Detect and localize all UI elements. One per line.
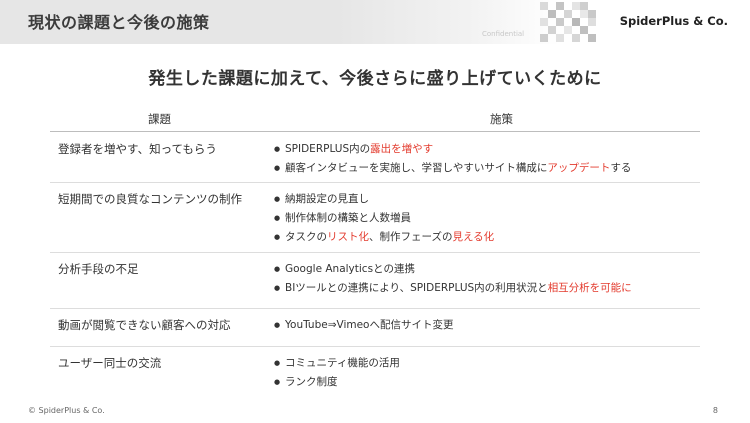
measure-item: コミュニティ機能の活用 [274,354,400,373]
brand-logo: SpiderPlus & Co. [619,14,728,28]
slide-headline: 発生した課題に加えて、今後さらに盛り上げていくために [148,69,602,89]
measure-text: タスクの [285,231,327,243]
slide-header: 現状の課題と今後の施策 Confidential SpiderPlus & Co… [0,0,750,44]
measure-text: 納期設定の見直し [285,193,369,205]
measure-item: 制作体制の構築と人数増員 [274,209,494,228]
measure-list: コミュニティ機能の活用ランク制度 [274,354,400,392]
issue-cell: 短期間での良質なコンテンツの制作 [58,192,242,206]
mosaic-square [572,18,580,26]
measure-item: ランク制度 [274,373,400,392]
mosaic-square [540,34,548,42]
mosaic-square [548,10,556,18]
mosaic-square [556,34,564,42]
measure-text: Google Analyticsとの連携 [285,263,415,275]
issue-cell: 分析手段の不足 [58,262,139,276]
mosaic-square [564,26,572,34]
measure-highlight: 露出を増やす [370,143,434,155]
table-row: ユーザー同士の交流 コミュニティ機能の活用ランク制度 [50,346,700,398]
measure-list: SPIDERPLUS内の露出を増やす顧客インタビューを実施し、学習しやすいサイト… [274,140,631,178]
measure-list: 納期設定の見直し制作体制の構築と人数増員タスクのリスト化、制作フェーズの見える化 [274,190,494,247]
measure-text: する [610,162,632,174]
measure-text: YouTube⇒Vimeoへ配信サイト変更 [285,319,454,331]
measure-item: BIツールとの連携により、SPIDERPLUS内の利用状況と相互分析を可能に [274,279,632,298]
mosaic-square [540,2,548,10]
measure-text: 制作体制の構築と人数増員 [285,212,411,224]
mosaic-square [548,26,556,34]
measure-text: SPIDERPLUS内の [285,143,371,155]
mosaic-square [580,10,588,18]
measure-list: Google Analyticsとの連携 BIツールとの連携により、SPIDERP… [274,260,632,298]
measure-text: BIツールとの連携により、SPIDERPLUS内の利用状況と [285,282,548,294]
mosaic-square [580,2,588,10]
footer-copyright: © SpiderPlus & Co. [28,406,105,415]
slide-title: 現状の課題と今後の施策 [28,13,210,32]
measure-item: SPIDERPLUS内の露出を増やす [274,140,631,159]
table-row: 分析手段の不足 Google Analyticsとの連携 BIツールとの連携により、… [50,252,700,309]
measure-text: ランク制度 [285,376,338,388]
mosaic-square [556,18,564,26]
mosaic-square [588,34,596,42]
mosaic-square [572,2,580,10]
issue-cell: ユーザー同士の交流 [58,356,162,370]
measure-text: コミュニティ機能の活用 [285,357,400,369]
column-header-issue: 課題 [148,112,171,126]
measure-highlight: アップデート [547,162,611,174]
measure-highlight: 見える化 [452,231,495,243]
issue-cell: 動画が閲覧できない顧客への対応 [58,318,231,332]
mosaic-square [540,18,548,26]
table-row: 動画が閲覧できない顧客への対応 YouTube⇒Vimeoへ配信サイト変更 [50,308,700,347]
issue-cell: 登録者を増やす、知ってもらう [58,142,217,156]
table-row: 短期間での良質なコンテンツの制作納期設定の見直し制作体制の構築と人数増員タスクの… [50,182,700,253]
mosaic-square [572,34,580,42]
measure-highlight: 相互分析を可能に [547,282,632,294]
measure-text: 、制作フェーズの [369,231,453,243]
measure-text: 顧客インタビューを実施し、学習しやすいサイト構成に [285,162,548,174]
measure-item: YouTube⇒Vimeoへ配信サイト変更 [274,316,453,335]
measure-item: タスクのリスト化、制作フェーズの見える化 [274,228,494,247]
mosaic-square [588,10,596,18]
confidential-label: Confidential [482,30,525,38]
page-number: 8 [712,406,718,415]
measure-highlight: リスト化 [327,231,369,243]
mosaic-square [564,10,572,18]
measure-list: YouTube⇒Vimeoへ配信サイト変更 [274,316,453,335]
measure-item: 納期設定の見直し [274,190,494,209]
mosaic-decoration [540,2,596,42]
mosaic-square [580,26,588,34]
measure-item: Google Analyticsとの連携 [274,260,632,279]
mosaic-square [556,2,564,10]
mosaic-square [588,18,596,26]
column-header-measure: 施策 [490,112,513,126]
measure-item: 顧客インタビューを実施し、学習しやすいサイト構成にアップデートする [274,159,631,178]
table-row: 登録者を増やす、知ってもらうSPIDERPLUS内の露出を増やす顧客インタビュー… [50,132,700,183]
